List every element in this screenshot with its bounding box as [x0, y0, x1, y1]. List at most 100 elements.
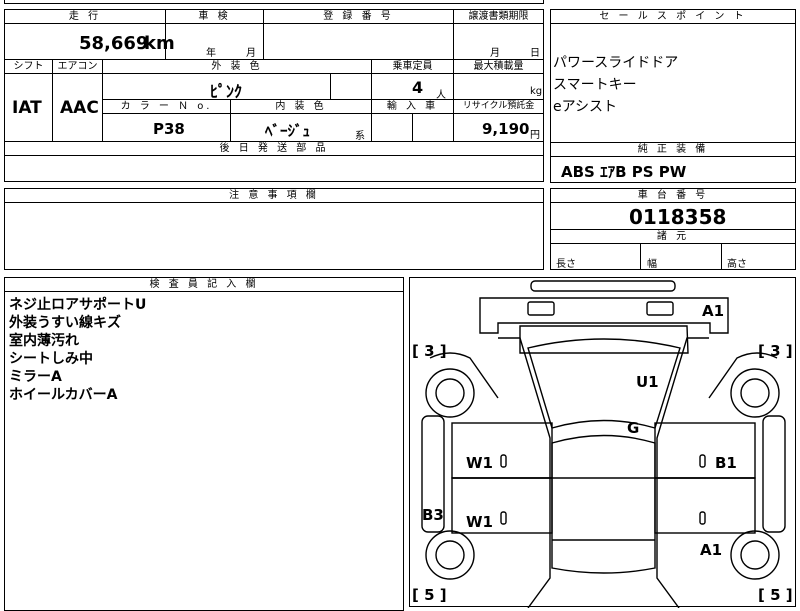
- sales-point-2: スマートキー: [553, 77, 637, 93]
- bracket-right-top: [ 3 ]: [758, 342, 793, 360]
- car-diagram-svg: [ 3 ] [ 3 ] [ 5 ] [ 5 ] A1 U1 G W1 B1 B3…: [412, 280, 793, 608]
- genuine-equipment-cell: ABS ｴｱB PS PW: [550, 156, 796, 183]
- wheel-rear-left: [425, 530, 475, 580]
- wheel-rear-right-inner: [740, 540, 770, 570]
- inspector-note-3: 室内薄汚れ: [9, 333, 79, 349]
- genuine-equipment-header: 純 正 装 備: [550, 142, 796, 157]
- mark-u1: U1: [636, 373, 659, 391]
- sales-point-3: eアシスト: [553, 99, 618, 115]
- mileage-cell: 58,669 km: [4, 23, 175, 60]
- shift-header: シフト: [4, 59, 53, 74]
- sales-point-1: パワースライドドア: [553, 55, 679, 71]
- max-load-cell: kg: [453, 73, 544, 100]
- genuine-equipment-value: ABS ｴｱB PS PW: [561, 163, 687, 181]
- dimensions-header: 諸 元: [550, 229, 796, 244]
- length-label: 長さ: [556, 259, 576, 270]
- inspection-year-label: 年: [206, 48, 216, 59]
- inspector-notes-header: 検 査 員 記 入 欄: [4, 277, 404, 292]
- exterior-color-cell: ﾋﾟﾝｸ: [102, 73, 331, 101]
- mark-w1-rear: W1: [466, 513, 493, 531]
- chassis-no-cell: 0118358: [550, 202, 796, 230]
- door-rear-right: [654, 477, 756, 534]
- mark-a1-top: A1: [702, 302, 724, 320]
- length-cell: 長さ: [550, 243, 641, 270]
- inspector-note-4: シートしみ中: [9, 351, 93, 367]
- max-load-header: 最大積載量: [453, 59, 544, 74]
- inspection-month-label: 月: [246, 48, 256, 59]
- skirt-right: [762, 415, 786, 533]
- inspector-notes-cell: ネジ止ロアサポートU 外装うすい線キズ 室内薄汚れ シートしみ中 ミラーA ホイ…: [4, 291, 404, 611]
- chassis-no-header: 車 台 番 号: [550, 188, 796, 203]
- capacity-header: 乗車定員: [371, 59, 454, 74]
- import-header: 輸 入 車: [371, 99, 454, 114]
- body-right: [656, 337, 709, 608]
- aircon-cell: AAC: [52, 73, 103, 142]
- wheel-front-right: [730, 368, 780, 418]
- body-left: [498, 337, 551, 608]
- notes-cell: [4, 202, 544, 270]
- import-cell-right: [412, 113, 454, 142]
- wheel-rear-left-inner: [435, 540, 465, 570]
- transfer-docs-header: 譲渡書類期限: [453, 9, 544, 24]
- shift-cell: IAT: [4, 73, 53, 142]
- interior-color-header: 内 装 色: [230, 99, 372, 114]
- handle-rr: [699, 511, 706, 525]
- fog-left: [527, 301, 555, 316]
- height-cell: 高さ: [721, 243, 796, 270]
- mark-w1-front: W1: [466, 454, 493, 472]
- bracket-right-bottom: [ 5 ]: [758, 586, 793, 604]
- exterior-color-header: 外 装 色: [102, 59, 372, 74]
- inspector-note-2: 外装うすい線キズ: [9, 315, 121, 331]
- recycle-cell: 9,190 円: [453, 113, 544, 142]
- car-diagram-panel: [ 3 ] [ 3 ] [ 5 ] [ 5 ] A1 U1 G W1 B1 B3…: [409, 277, 796, 608]
- interior-color-suffix: 系: [355, 131, 365, 142]
- recycle-fee-value: 9,190: [482, 120, 530, 138]
- aircon-header: エアコン: [52, 59, 103, 74]
- wheel-rear-right: [730, 530, 780, 580]
- height-label: 高さ: [727, 259, 747, 270]
- mark-b1: B1: [715, 454, 737, 472]
- wheel-front-left-inner: [435, 378, 465, 408]
- interior-color-cell: ﾍﾞｰｼﾞｭ 系: [230, 113, 372, 142]
- recycle-header: リサイクル預託金: [453, 99, 544, 114]
- import-cell-left: [371, 113, 413, 142]
- inspector-note-5: ミラーA: [9, 369, 62, 385]
- later-parts-header: 後 日 発 送 部 品: [4, 141, 544, 156]
- hood-ornament: [530, 280, 676, 292]
- width-label: 幅: [647, 259, 657, 270]
- color-no-header: カ ラ ー Ｎ o.: [102, 99, 231, 114]
- shift-value: IAT: [12, 98, 42, 118]
- capacity-cell: 4 人: [371, 73, 454, 101]
- bracket-left-top: [ 3 ]: [412, 342, 447, 360]
- sales-points-cell: パワースライドドア スマートキー eアシスト: [550, 23, 796, 143]
- interior-color-value: ﾍﾞｰｼﾞｭ: [265, 122, 311, 140]
- wheel-front-right-inner: [740, 378, 770, 408]
- mark-a1-bottom: A1: [700, 541, 722, 559]
- width-cell: 幅: [640, 243, 722, 270]
- wheel-front-left: [425, 368, 475, 418]
- handle-fl: [500, 454, 507, 468]
- notes-header: 注 意 事 項 欄: [4, 188, 544, 203]
- inspection-cell: 年 月: [165, 23, 264, 60]
- aircon-value: AAC: [60, 98, 99, 118]
- inspector-note-1: ネジ止ロアサポートU: [9, 297, 147, 313]
- transfer-day-label: 日: [530, 48, 540, 59]
- roof: [551, 434, 656, 574]
- mileage-value: 58,669: [79, 33, 149, 54]
- color-no-cell: P38: [102, 113, 231, 142]
- mileage-header: 走 行: [4, 9, 166, 24]
- registration-header: 登 録 番 号: [263, 9, 454, 24]
- handle-rl: [500, 511, 507, 525]
- mark-g: G: [627, 419, 639, 437]
- mark-b3: B3: [422, 506, 444, 524]
- sales-points-header: セ ー ル ス ポ イ ン ト: [550, 9, 796, 24]
- inspector-note-6: ホイールカバーA: [9, 387, 118, 403]
- capacity-value: 4: [412, 78, 424, 97]
- color-no-value: P38: [153, 120, 185, 138]
- transfer-month-label: 月: [490, 48, 500, 59]
- handle-fr: [699, 454, 706, 468]
- exterior-color-extra-cell: [330, 73, 372, 100]
- chassis-no-value: 0118358: [629, 205, 727, 229]
- transfer-docs-cell: 月 日: [453, 23, 544, 60]
- registration-cell: [263, 23, 454, 60]
